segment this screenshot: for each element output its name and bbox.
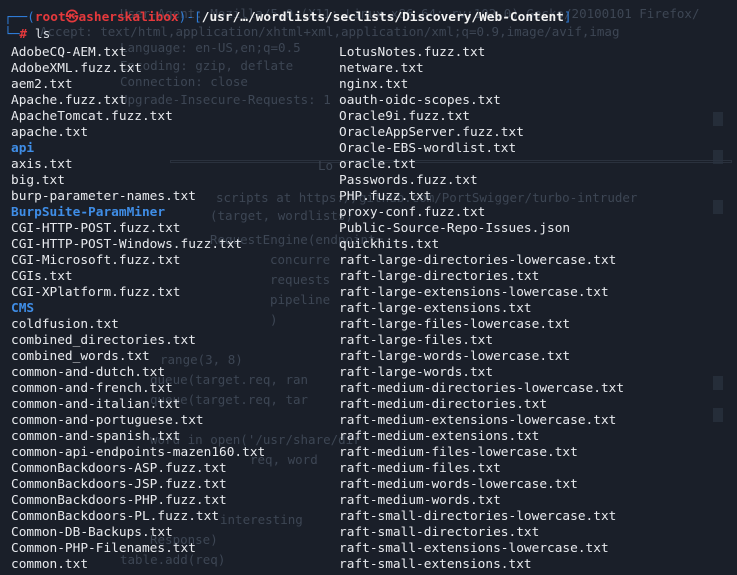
file-entry: PHP.fuzz.txt (339, 189, 432, 204)
prompt-user: root (34, 10, 66, 25)
background-side-icon (713, 200, 723, 214)
file-entry: raft-large-extensions-lowercase.txt (339, 285, 609, 300)
file-entry: burp-parameter-names.txt (11, 189, 196, 204)
file-entry: Apache.fuzz.txt (11, 93, 127, 108)
file-entry: oracle.txt (339, 157, 417, 172)
file-entry: raft-large-directories-lowercase.txt (339, 253, 617, 268)
directory-entry: BurpSuite-ParamMiner (11, 205, 166, 220)
command-text: ls (34, 27, 51, 42)
prompt-path: /usr/…/wordlists/seclists/Discovery/Web-… (201, 10, 564, 25)
file-entry: combined_directories.txt (11, 333, 196, 348)
file-entry: CGIs.txt (11, 269, 73, 284)
file-entry: Common-PHP-Filenames.txt (11, 541, 196, 556)
file-entry: big.txt (11, 173, 65, 188)
file-entry: raft-medium-words-lowercase.txt (339, 477, 578, 492)
file-entry: axis.txt (11, 157, 73, 172)
file-entry: Public-Source-Repo-Issues.json (339, 221, 571, 236)
file-entry: coldfusion.txt (11, 317, 119, 332)
file-entry: CGI-Microsoft.fuzz.txt (11, 253, 181, 268)
file-entry: AdobeXML.fuzz.txt (11, 61, 142, 76)
background-side-icon (713, 112, 723, 126)
file-entry: raft-large-words.txt (339, 365, 494, 380)
file-entry: raft-medium-directories-lowercase.txt (339, 381, 625, 396)
file-entry: raft-medium-directories.txt (339, 397, 548, 412)
file-entry: OracleAppServer.fuzz.txt (339, 125, 524, 140)
terminal-window[interactable]: User-Agent: Mozilla/5.0 (X11; Linux x86_… (0, 0, 737, 575)
background-line: Lo (318, 158, 334, 173)
shell-prompt-line: ┌──(root㉿asherskalibox)-[/usr/…/wordlist… (4, 10, 572, 26)
file-entry: raft-medium-words.txt (339, 493, 501, 508)
directory-entry: api (11, 141, 35, 156)
file-entry: raft-small-extensions-lowercase.txt (339, 541, 609, 556)
prompt-bracket-close: ] (563, 10, 572, 25)
file-entry: nginx.txt (339, 77, 409, 92)
listing-column-right: LotusNotes.fuzz.txt netware.txt nginx.txt o… (339, 45, 624, 573)
file-entry: raft-large-extensions.txt (339, 301, 532, 316)
background-line: ) (270, 312, 278, 327)
file-entry: raft-small-directories-lowercase.txt (339, 509, 617, 524)
file-entry: raft-large-words-lowercase.txt (339, 349, 571, 364)
prompt-separator: )-[ (178, 10, 202, 25)
prompt-symbol: # (19, 27, 28, 42)
file-entry: common-and-spanish.txt (11, 429, 181, 444)
file-entry: raft-medium-extensions-lowercase.txt (339, 413, 617, 428)
file-entry: CommonBackdoors-JSP.fuzz.txt (11, 477, 227, 492)
file-entry: ApacheTomcat.fuzz.txt (11, 109, 173, 124)
file-entry: raft-small-directories.txt (339, 525, 540, 540)
file-entry: common.txt (11, 557, 89, 572)
file-entry: CGI-XPlatform.fuzz.txt (11, 285, 181, 300)
file-entry: oauth-oidc-scopes.txt (339, 93, 501, 108)
background-line: concurre (270, 252, 331, 267)
file-entry: netware.txt (339, 61, 424, 76)
file-entry: CGI-HTTP-POST.fuzz.txt (11, 221, 181, 236)
prompt-at-symbol: ㉿ (65, 10, 79, 25)
background-side-icon (713, 408, 723, 422)
file-entry: CommonBackdoors-ASP.fuzz.txt (11, 461, 227, 476)
file-entry: Oracle-EBS-wordlist.txt (339, 141, 517, 156)
file-entry: proxy-conf.fuzz.txt (339, 205, 486, 220)
file-entry: common-and-portuguese.txt (11, 413, 204, 428)
prompt-host: asherskalibox (78, 10, 179, 25)
background-side-icon (713, 150, 723, 164)
directory-entry: CMS (11, 301, 35, 316)
background-line: pipeline (270, 292, 331, 307)
file-entry: apache.txt (11, 125, 89, 140)
file-entry: Oracle9i.fuzz.txt (339, 109, 470, 124)
file-entry: quickhits.txt (339, 237, 440, 252)
file-entry: AdobeCQ-AEM.txt (11, 45, 127, 60)
file-entry: raft-large-directories.txt (339, 269, 540, 284)
file-entry: CGI-HTTP-POST-Windows.fuzz.txt (11, 237, 243, 252)
listing-column-left: AdobeCQ-AEM.txt AdobeXML.fuzz.txt aem2.txt… (11, 45, 265, 573)
file-entry: Passwords.fuzz.txt (339, 173, 478, 188)
file-entry: aem2.txt (11, 77, 73, 92)
file-entry: raft-small-extensions.txt (339, 557, 532, 572)
prompt-corner-bottom: └─ (4, 27, 20, 42)
file-entry: common-and-dutch.txt (11, 365, 166, 380)
command-line[interactable]: └─# ls (4, 27, 50, 43)
background-line: Accept: text/html,application/xhtml+xml,… (40, 24, 620, 39)
file-entry: combined_words.txt (11, 349, 150, 364)
file-entry: LotusNotes.fuzz.txt (339, 45, 486, 60)
file-entry: raft-medium-files-lowercase.txt (339, 445, 578, 460)
background-side-icon (713, 376, 723, 390)
file-entry: common-and-italian.txt (11, 397, 181, 412)
file-entry: raft-large-files-lowercase.txt (339, 317, 571, 332)
file-entry: Common-DB-Backups.txt (11, 525, 173, 540)
file-entry: common-and-french.txt (11, 381, 173, 396)
file-entry: raft-large-files.txt (339, 333, 494, 348)
file-entry: common-api-endpoints-mazen160.txt (11, 445, 266, 460)
file-entry: raft-medium-files.txt (339, 461, 501, 476)
file-entry: CommonBackdoors-PHP.fuzz.txt (11, 493, 227, 508)
file-entry: raft-medium-extensions.txt (339, 429, 540, 444)
file-entry: CommonBackdoors-PL.fuzz.txt (11, 509, 220, 524)
prompt-corner: ┌──( (4, 10, 35, 25)
background-line: requests (270, 272, 331, 287)
